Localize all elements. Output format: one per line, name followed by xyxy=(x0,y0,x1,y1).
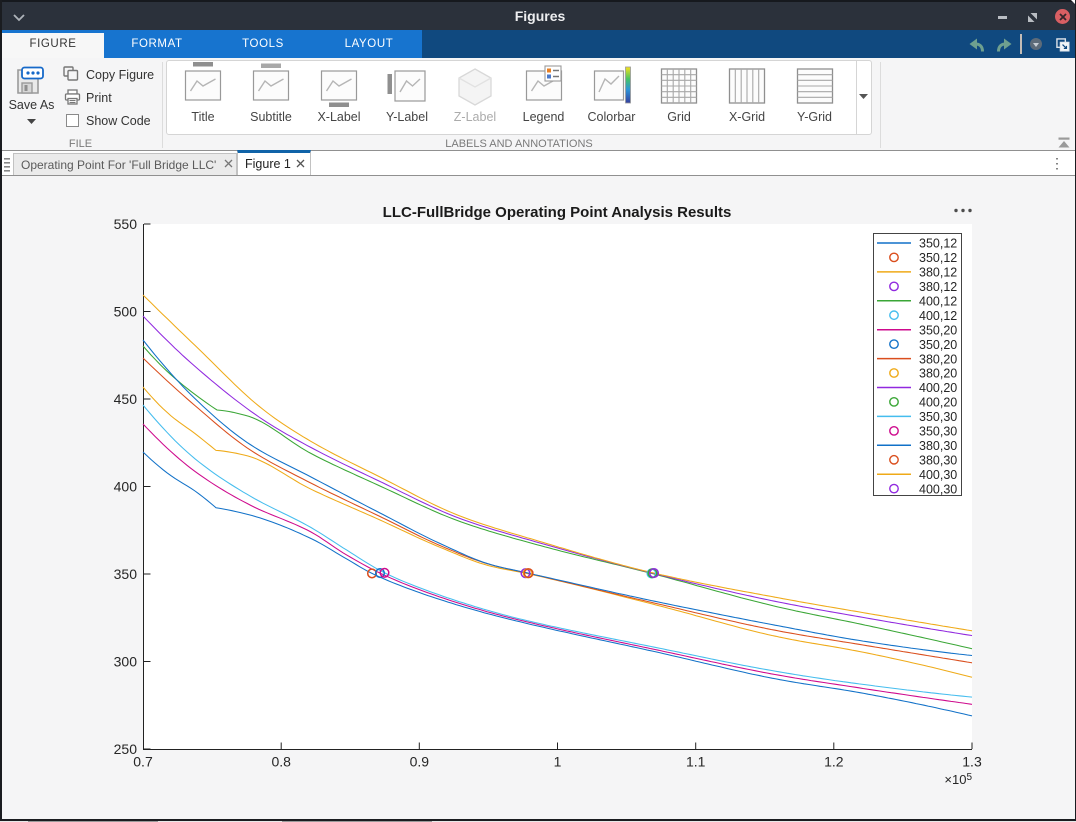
svg-text:400,30: 400,30 xyxy=(919,482,957,496)
svg-text:350,30: 350,30 xyxy=(919,425,957,439)
svg-text:350,20: 350,20 xyxy=(919,338,957,352)
svg-text:550: 550 xyxy=(114,216,138,232)
svg-text:350,30: 350,30 xyxy=(919,410,957,424)
svg-text:0.9: 0.9 xyxy=(410,754,430,770)
svg-text:400,30: 400,30 xyxy=(919,468,957,482)
svg-text:1.3: 1.3 xyxy=(962,754,982,770)
svg-text:350,12: 350,12 xyxy=(919,237,957,251)
svg-text:380,12: 380,12 xyxy=(919,266,957,280)
svg-text:350,20: 350,20 xyxy=(919,323,957,337)
svg-text:400,20: 400,20 xyxy=(919,396,957,410)
svg-text:400: 400 xyxy=(114,479,138,495)
svg-text:380,30: 380,30 xyxy=(919,439,957,453)
svg-text:500: 500 xyxy=(114,304,138,320)
svg-text:0.8: 0.8 xyxy=(271,754,291,770)
svg-text:1.2: 1.2 xyxy=(824,754,844,770)
svg-text:1: 1 xyxy=(554,754,562,770)
svg-text:400,20: 400,20 xyxy=(919,381,957,395)
svg-text:LLC-FullBridge Operating Point: LLC-FullBridge Operating Point Analysis … xyxy=(383,204,732,221)
svg-text:400,12: 400,12 xyxy=(919,295,957,309)
svg-text:400,12: 400,12 xyxy=(919,309,957,323)
svg-text:450: 450 xyxy=(114,391,138,407)
svg-text:380,30: 380,30 xyxy=(919,453,957,467)
svg-text:380,20: 380,20 xyxy=(919,352,957,366)
svg-text:380,20: 380,20 xyxy=(919,367,957,381)
svg-text:×105: ×105 xyxy=(944,772,972,787)
svg-text:380,12: 380,12 xyxy=(919,280,957,294)
svg-text:350,12: 350,12 xyxy=(919,251,957,265)
svg-text:350: 350 xyxy=(114,566,138,582)
svg-text:1.1: 1.1 xyxy=(686,754,706,770)
svg-text:300: 300 xyxy=(114,654,138,670)
svg-text:0.7: 0.7 xyxy=(133,754,153,770)
